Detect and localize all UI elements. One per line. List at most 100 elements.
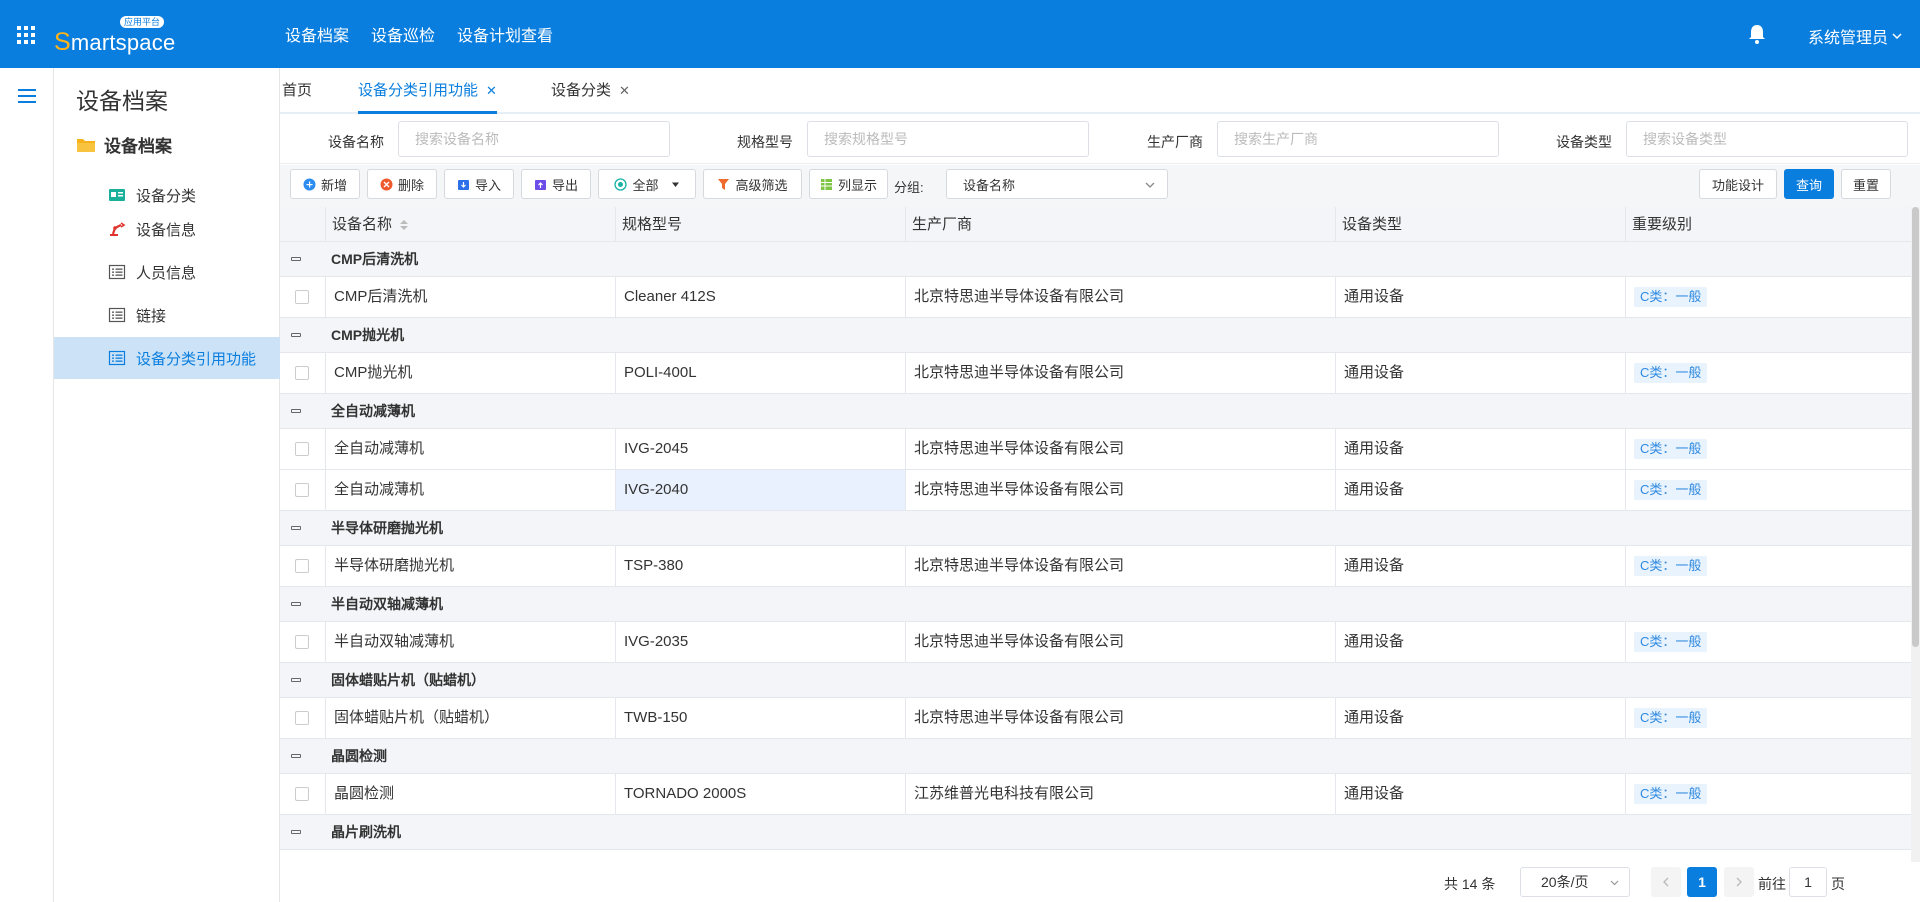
close-icon[interactable]: ✕ [486,83,497,98]
table-row[interactable]: 全自动减薄机 IVG-2040 北京特思迪半导体设备有限公司 通用设备 C类：一般 [280,470,1916,511]
page-number-current[interactable]: 1 [1687,867,1717,897]
table-row[interactable]: CMP抛光机 POLI-400L 北京特思迪半导体设备有限公司 通用设备 C类：一般 [280,353,1916,394]
add-button[interactable]: 新增 [290,169,360,199]
group-row[interactable]: CMP后清洗机 [280,242,1916,277]
cell-type[interactable]: 通用设备 [1336,277,1626,317]
cell-level[interactable]: C类：一般 [1626,470,1916,510]
vertical-scrollbar[interactable] [1911,207,1920,862]
bell-icon[interactable] [1748,24,1766,44]
cell-manufacturer[interactable]: 北京特思迪半导体设备有限公司 [906,277,1336,317]
tab-category-reference[interactable]: 设备分类引用功能 ✕ [358,68,497,114]
cell-name[interactable]: 全自动减薄机 [326,470,616,510]
function-design-button[interactable]: 功能设计 [1699,169,1777,199]
row-checkbox[interactable] [295,559,309,573]
search-input-model[interactable] [807,121,1089,157]
cell-type[interactable]: 通用设备 [1336,353,1626,393]
group-row[interactable]: CMP抛光机 [280,318,1916,353]
all-dropdown[interactable]: 全部 [598,169,696,199]
collapse-icon[interactable] [291,526,301,530]
cell-name[interactable]: 全自动减薄机 [326,429,616,469]
cell-level[interactable]: C类：一般 [1626,774,1916,814]
cell-model[interactable]: IVG-2035 [616,622,906,662]
row-checkbox[interactable] [295,635,309,649]
cell-type[interactable]: 通用设备 [1336,698,1626,738]
scrollbar-thumb[interactable] [1912,207,1919,647]
cell-level[interactable]: C类：一般 [1626,353,1916,393]
column-header-name[interactable]: 设备名称 [326,207,616,242]
next-page-button[interactable] [1724,867,1754,897]
cell-level[interactable]: C类：一般 [1626,546,1916,586]
column-header-manufacturer[interactable]: 生产厂商 [906,207,1336,242]
advanced-filter-button[interactable]: 高级筛选 [703,169,802,199]
collapse-icon[interactable] [291,754,301,758]
cell-level[interactable]: C类：一般 [1626,429,1916,469]
collapse-icon[interactable] [291,333,301,337]
export-button[interactable]: 导出 [521,169,591,199]
row-checkbox[interactable] [295,711,309,725]
collapse-icon[interactable] [291,830,301,834]
nav-item-equipment-plan[interactable]: 设备计划查看 [457,22,553,46]
close-icon[interactable]: ✕ [619,83,630,98]
table-row[interactable]: 全自动减薄机 IVG-2045 北京特思迪半导体设备有限公司 通用设备 C类：一般 [280,429,1916,470]
cell-name[interactable]: 半自动双轴减薄机 [326,622,616,662]
cell-model[interactable]: Cleaner 412S [616,277,906,317]
cell-type[interactable]: 通用设备 [1336,546,1626,586]
sidebar-group-equipment-archive[interactable]: 设备档案 [76,132,172,157]
table-row[interactable]: 固体蜡贴片机（贴蜡机） TWB-150 北京特思迪半导体设备有限公司 通用设备 C类：一… [280,698,1916,739]
sidebar-item-category-reference[interactable]: 设备分类引用功能 [54,337,280,379]
column-header-type[interactable]: 设备类型 [1336,207,1626,242]
page-size-select[interactable]: 20条/页 [1520,867,1630,897]
cell-type[interactable]: 通用设备 [1336,622,1626,662]
cell-name[interactable]: 半导体研磨抛光机 [326,546,616,586]
table-row[interactable]: 半导体研磨抛光机 TSP-380 北京特思迪半导体设备有限公司 通用设备 C类：一般 [280,546,1916,587]
search-input-manufacturer[interactable] [1217,121,1499,157]
nav-item-equipment-archive[interactable]: 设备档案 [285,22,349,46]
cell-name[interactable]: 固体蜡贴片机（贴蜡机） [326,698,616,738]
cell-model[interactable]: TSP-380 [616,546,906,586]
cell-manufacturer[interactable]: 北京特思迪半导体设备有限公司 [906,698,1336,738]
cell-manufacturer[interactable]: 北京特思迪半导体设备有限公司 [906,353,1336,393]
sort-icon[interactable] [400,220,409,231]
row-checkbox[interactable] [295,483,309,497]
tab-home[interactable]: 首页 [282,68,312,114]
table-row[interactable]: 晶圆检测 TORNADO 2000S 江苏维普光电科技有限公司 通用设备 C类：一般 [280,774,1916,815]
tab-equipment-category[interactable]: 设备分类 ✕ [551,68,630,114]
reset-button[interactable]: 重置 [1841,169,1891,199]
apps-grid-icon[interactable] [17,26,35,44]
goto-page-input[interactable] [1789,867,1827,897]
cell-name[interactable]: CMP后清洗机 [326,277,616,317]
collapse-icon[interactable] [291,409,301,413]
row-checkbox[interactable] [295,442,309,456]
query-button[interactable]: 查询 [1784,169,1834,199]
group-row[interactable]: 固体蜡贴片机（贴蜡机） [280,663,1916,698]
row-checkbox[interactable] [295,366,309,380]
cell-level[interactable]: C类：一般 [1626,622,1916,662]
prev-page-button[interactable] [1651,867,1681,897]
cell-type[interactable]: 通用设备 [1336,470,1626,510]
delete-button[interactable]: 删除 [367,169,437,199]
cell-model[interactable]: TORNADO 2000S [616,774,906,814]
group-select[interactable]: 设备名称 [946,169,1168,199]
search-input-name[interactable] [398,121,670,157]
import-button[interactable]: 导入 [444,169,514,199]
group-row[interactable]: 全自动减薄机 [280,394,1916,429]
column-header-model[interactable]: 规格型号 [616,207,906,242]
cell-manufacturer[interactable]: 北京特思迪半导体设备有限公司 [906,470,1336,510]
nav-item-equipment-inspection[interactable]: 设备巡检 [371,22,435,46]
column-display-button[interactable]: 列显示 [809,169,888,199]
cell-name[interactable]: CMP抛光机 [326,353,616,393]
cell-model[interactable]: POLI-400L [616,353,906,393]
cell-manufacturer[interactable]: 北京特思迪半导体设备有限公司 [906,546,1336,586]
collapse-icon[interactable] [291,257,301,261]
cell-manufacturer[interactable]: 北京特思迪半导体设备有限公司 [906,429,1336,469]
cell-type[interactable]: 通用设备 [1336,429,1626,469]
hamburger-menu-icon[interactable] [18,89,36,103]
sidebar-item-equipment-info[interactable]: 设备信息 [54,208,280,250]
collapse-icon[interactable] [291,602,301,606]
search-input-type[interactable] [1626,121,1908,157]
cell-level[interactable]: C类：一般 [1626,277,1916,317]
column-header-level[interactable]: 重要级别 [1626,207,1916,242]
collapse-icon[interactable] [291,678,301,682]
group-row[interactable]: 晶圆检测 [280,739,1916,774]
group-row[interactable]: 晶片刷洗机 [280,815,1916,850]
